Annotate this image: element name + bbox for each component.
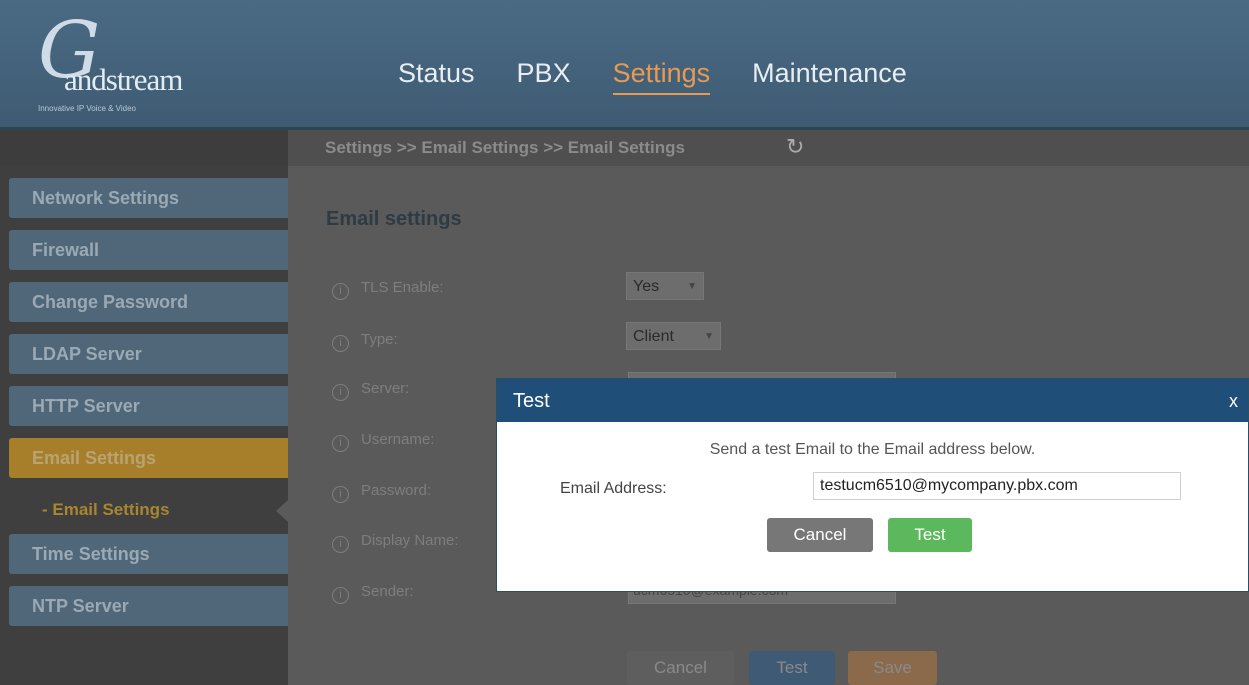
dialog-cancel-button[interactable]: Cancel bbox=[767, 518, 873, 552]
field-row-display-name: i Display Name: bbox=[332, 532, 459, 553]
type-select[interactable]: Client ▼ bbox=[626, 322, 721, 350]
email-address-input[interactable] bbox=[813, 472, 1181, 500]
dialog-title: Test bbox=[513, 390, 550, 412]
email-address-label: Email Address: bbox=[560, 480, 667, 497]
info-icon[interactable]: i bbox=[332, 283, 349, 300]
chevron-down-icon: ▼ bbox=[704, 331, 714, 342]
field-label: TLS Enable: bbox=[361, 279, 444, 296]
field-row-tls: i TLS Enable: bbox=[332, 279, 444, 300]
cancel-button[interactable]: Cancel bbox=[627, 651, 734, 685]
dialog-test-button[interactable]: Test bbox=[888, 518, 972, 552]
breadcrumb: Settings >> Email Settings >> Email Sett… bbox=[325, 138, 685, 157]
field-label: Password: bbox=[361, 482, 432, 499]
info-icon[interactable]: i bbox=[332, 335, 349, 352]
dialog-description: Send a test Email to the Email address b… bbox=[709, 441, 1036, 458]
field-label: Display Name: bbox=[361, 532, 459, 549]
info-icon[interactable]: i bbox=[332, 435, 349, 452]
sidebar-item-time-settings[interactable]: Time Settings bbox=[9, 534, 288, 574]
logo-tagline: Innovative IP Voice & Video bbox=[38, 104, 136, 113]
info-icon[interactable]: i bbox=[332, 587, 349, 604]
select-value: Client bbox=[633, 328, 674, 345]
sidebar-item-ntp-server[interactable]: NTP Server bbox=[9, 586, 288, 626]
nav-maintenance[interactable]: Maintenance bbox=[752, 58, 907, 95]
field-row-server: i Server: bbox=[332, 380, 409, 401]
field-label: Server: bbox=[361, 380, 410, 397]
logo-name: andstream bbox=[64, 62, 183, 97]
field-row-username: i Username: bbox=[332, 431, 434, 452]
nav-settings[interactable]: Settings bbox=[612, 58, 711, 95]
top-header: G andstream Innovative IP Voice & Video … bbox=[0, 0, 1249, 130]
sidebar-item-ldap-server[interactable]: LDAP Server bbox=[9, 334, 288, 374]
info-icon[interactable]: i bbox=[332, 384, 349, 401]
sidebar-item-firewall[interactable]: Firewall bbox=[9, 230, 288, 270]
sidebar-item-network-settings[interactable]: Network Settings bbox=[9, 178, 288, 218]
nav-status[interactable]: Status bbox=[398, 58, 475, 95]
dialog-header: Test x bbox=[497, 379, 1248, 422]
field-label: Username: bbox=[361, 431, 435, 448]
tls-enable-select[interactable]: Yes ▼ bbox=[626, 272, 704, 300]
chevron-down-icon: ▼ bbox=[687, 281, 697, 292]
field-row-password: i Password: bbox=[332, 482, 431, 503]
test-email-dialog: Test x Send a test Email to the Email ad… bbox=[496, 378, 1249, 592]
nav-pbx[interactable]: PBX bbox=[517, 58, 571, 95]
select-value: Yes bbox=[633, 278, 660, 295]
refresh-icon[interactable]: ↻ bbox=[786, 134, 804, 160]
active-indicator bbox=[276, 500, 288, 522]
field-row-type: i Type: bbox=[332, 331, 398, 352]
main-nav: Status PBX Settings Maintenance bbox=[398, 58, 949, 95]
sidebar-subitem-email-settings[interactable]: - Email Settings bbox=[42, 500, 170, 520]
form-title: Email settings bbox=[326, 208, 462, 230]
breadcrumb-bar-left bbox=[0, 130, 288, 166]
sidebar-item-http-server[interactable]: HTTP Server bbox=[9, 386, 288, 426]
info-icon[interactable]: i bbox=[332, 536, 349, 553]
grandstream-logo: G andstream Innovative IP Voice & Video bbox=[34, 12, 184, 123]
field-label: Type: bbox=[361, 331, 398, 348]
field-label: Sender: bbox=[361, 583, 414, 600]
close-icon[interactable]: x bbox=[1229, 391, 1238, 412]
field-row-sender: i Sender: bbox=[332, 583, 414, 604]
test-button[interactable]: Test bbox=[749, 651, 835, 685]
info-icon[interactable]: i bbox=[332, 486, 349, 503]
sidebar-item-change-password[interactable]: Change Password bbox=[9, 282, 288, 322]
sidebar-item-email-settings[interactable]: Email Settings bbox=[9, 438, 288, 478]
save-button[interactable]: Save bbox=[848, 651, 937, 685]
